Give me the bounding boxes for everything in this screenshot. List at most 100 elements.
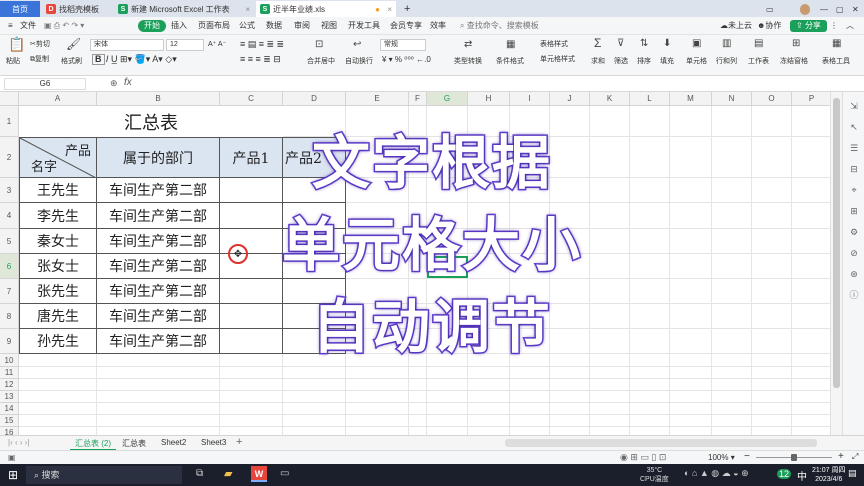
fill-icon[interactable]: ⬇: [663, 38, 671, 49]
tab-list-icon[interactable]: ▭: [762, 1, 774, 17]
tray-icons[interactable]: ◐ ⌂ ▲ ◍ ☁ ◒ ⊕: [684, 468, 749, 479]
collab-button[interactable]: ☻协作: [757, 20, 781, 32]
fx-icon[interactable]: fx: [124, 77, 132, 88]
add-sheet-icon[interactable]: +: [236, 436, 242, 448]
menu-review[interactable]: 审阅: [294, 20, 310, 32]
zoom-slider[interactable]: [756, 454, 832, 461]
horizontal-scrollbar[interactable]: [505, 439, 817, 447]
zoom-slider-thumb[interactable]: [791, 454, 797, 461]
cell-icon[interactable]: ▣: [692, 38, 701, 49]
fill-label[interactable]: 填充: [660, 57, 674, 66]
view-mode-icons[interactable]: ◉ ⊞ ▭ ▯ ⊡: [620, 452, 666, 463]
tab-template[interactable]: D 找稻壳模板: [42, 1, 112, 17]
filter-label[interactable]: 筛选: [614, 57, 628, 66]
cell-style-button[interactable]: 单元格样式: [540, 55, 575, 64]
row-header-15[interactable]: 15: [0, 415, 19, 427]
sheet-tab-sheet2[interactable]: Sheet2: [161, 438, 186, 447]
brush-icon[interactable]: 🖌: [66, 38, 81, 50]
wrap-icon[interactable]: ↩: [353, 39, 361, 50]
close-window-icon[interactable]: ✕: [848, 1, 862, 17]
number-format-select[interactable]: 常规: [380, 39, 426, 51]
menu-insert[interactable]: 插入: [171, 20, 187, 32]
font-family-select[interactable]: 宋体: [90, 39, 164, 51]
sheet-tab-sheet3[interactable]: Sheet3: [201, 438, 226, 447]
filter-icon[interactable]: ⊽: [617, 38, 624, 49]
menu-formula[interactable]: 公式: [239, 20, 255, 32]
merge-label[interactable]: 合并居中: [307, 57, 335, 66]
table-tools-label[interactable]: 表格工具: [822, 57, 850, 66]
merge-icon[interactable]: ⊡: [315, 39, 323, 50]
menu-view[interactable]: 视图: [321, 20, 337, 32]
column-header-h[interactable]: H: [468, 92, 510, 106]
row-header-14[interactable]: 14: [0, 403, 19, 415]
camera-icon[interactable]: ▭: [280, 468, 289, 479]
number-format-icons[interactable]: ¥ ▾ % ⁰⁰⁰ ←.0: [382, 55, 431, 64]
select-all-corner[interactable]: [0, 92, 19, 106]
wrap-label[interactable]: 自动换行: [345, 57, 373, 66]
fullscreen-icon[interactable]: ⤢: [852, 452, 858, 462]
menu-efficiency[interactable]: 效率: [430, 20, 446, 32]
close-icon[interactable]: ×: [245, 5, 250, 14]
paste-icon[interactable]: 📋: [8, 37, 25, 51]
task-view-icon[interactable]: ⧉: [196, 468, 203, 479]
column-header-n[interactable]: N: [712, 92, 752, 106]
column-header-j[interactable]: J: [550, 92, 590, 106]
font-grow-icon[interactable]: A⁺ A⁻: [208, 40, 226, 49]
notification-icon[interactable]: ▤: [848, 468, 857, 479]
search-command[interactable]: ⌕ 查找命令、搜索模板: [460, 20, 539, 32]
hamburger-icon[interactable]: ≡: [8, 20, 13, 32]
zoom-icon[interactable]: ⊕: [110, 78, 118, 89]
collapse-ribbon-icon[interactable]: ︿: [846, 20, 854, 32]
sheet-tab-summary[interactable]: 汇总表: [122, 438, 146, 449]
maximize-icon[interactable]: ▢: [832, 1, 846, 17]
copy-button[interactable]: ⧉复制: [30, 55, 49, 64]
sort-label[interactable]: 排序: [637, 57, 651, 66]
sum-icon[interactable]: Σ: [594, 37, 601, 49]
zoom-in-icon[interactable]: +: [838, 451, 844, 462]
font-style-icons[interactable]: 𝐼 U̲ ⊞▾ 🪣▾ A▾ ◇▾: [106, 55, 177, 64]
menu-data[interactable]: 数据: [266, 20, 282, 32]
macro-icon[interactable]: ▣: [8, 453, 16, 462]
row-header-12[interactable]: 12: [0, 379, 19, 391]
column-header-a[interactable]: A: [19, 92, 97, 106]
column-header-e[interactable]: E: [346, 92, 409, 106]
paste-label[interactable]: 粘贴: [6, 57, 20, 66]
format-painter-label[interactable]: 格式刷: [61, 57, 82, 66]
cond-format-label[interactable]: 条件格式: [496, 57, 524, 66]
freeze-label[interactable]: 冻结窗格: [780, 57, 808, 66]
row-header-13[interactable]: 13: [0, 391, 19, 403]
column-header-g[interactable]: G: [427, 92, 468, 106]
language-indicator[interactable]: 中: [797, 468, 807, 483]
row-header-16[interactable]: 16: [0, 427, 19, 435]
zoom-out-icon[interactable]: −: [744, 451, 750, 462]
zoom-level[interactable]: 100% ▾: [708, 453, 735, 462]
wps-icon[interactable]: W: [251, 466, 267, 482]
column-header-f[interactable]: F: [409, 92, 427, 106]
name-box[interactable]: G6: [4, 78, 86, 90]
table-tools-icon[interactable]: ▦: [832, 38, 841, 49]
row-header-11[interactable]: 11: [0, 367, 19, 379]
type-convert-icon[interactable]: ⇄: [464, 39, 472, 50]
clock[interactable]: 21:07 周四 2023/4/6: [812, 466, 845, 484]
cell-label[interactable]: 单元格: [686, 57, 707, 66]
share-button[interactable]: ⇪ 分享: [790, 20, 827, 32]
column-header-k[interactable]: K: [590, 92, 630, 106]
menu-file[interactable]: 文件: [20, 20, 36, 32]
freeze-icon[interactable]: ⊞: [792, 38, 800, 49]
toolbar-quick-icons[interactable]: ▣ ⎙ ↶ ↷ ▾: [44, 20, 84, 32]
column-header-d[interactable]: D: [283, 92, 346, 106]
cond-format-icon[interactable]: ▦: [506, 39, 515, 50]
align-icons-top[interactable]: ≡ ▤ ≡ ≣ ≣: [240, 40, 284, 49]
cut-button[interactable]: ✂剪切: [30, 40, 50, 49]
taskbar-search[interactable]: ⌕ 搜索: [26, 466, 182, 484]
sort-icon[interactable]: ⇅: [640, 38, 648, 49]
font-size-select[interactable]: 12: [166, 39, 204, 51]
avatar[interactable]: [796, 1, 810, 17]
row-col-icon[interactable]: ▥: [722, 38, 731, 49]
sheet-nav-icons[interactable]: |‹ ‹ › ›|: [8, 438, 29, 447]
cpu-temp[interactable]: 35°C CPU温度: [640, 466, 669, 484]
menu-start[interactable]: 开始: [138, 20, 166, 32]
worksheet-label[interactable]: 工作表: [748, 57, 769, 66]
column-header-b[interactable]: B: [97, 92, 220, 106]
tab-active-workbook[interactable]: S 近半年业绩.xls ● ×: [256, 1, 396, 17]
